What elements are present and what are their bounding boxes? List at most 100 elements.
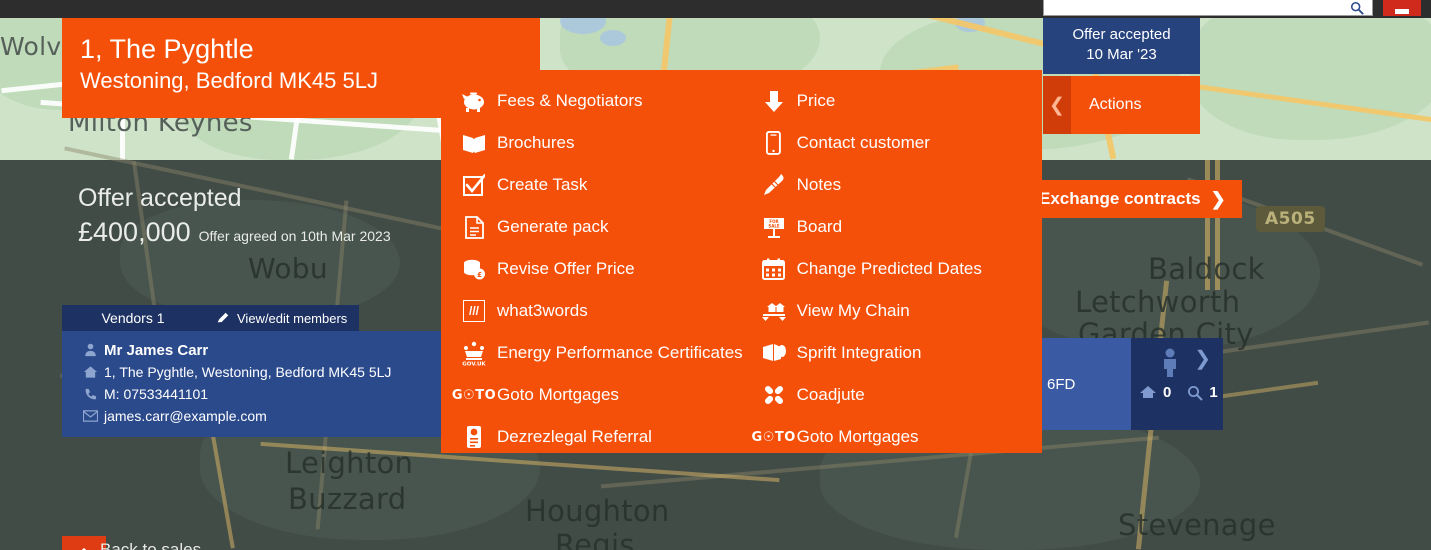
phone-icon bbox=[76, 388, 104, 401]
chain-search-count: 1 bbox=[1209, 384, 1218, 401]
actions-button-label: Actions bbox=[1071, 76, 1200, 134]
actions-menu-item-label: Price bbox=[796, 91, 836, 110]
calendar-icon bbox=[751, 258, 797, 280]
vendor-name: Mr James Carr bbox=[104, 341, 209, 359]
chain-detail: ❯ 0 1 bbox=[1131, 338, 1223, 430]
vendors-panel: Vendors 1 View/edit members Mr James Car… bbox=[62, 305, 500, 437]
goto-text-icon: G☉TO bbox=[451, 388, 497, 403]
goto-text-icon: G☉TO bbox=[751, 429, 796, 445]
actions-menu-item-label: View My Chain bbox=[796, 301, 910, 320]
actions-menu-item-goto-mortgages[interactable]: G☉TO Goto Mortgages bbox=[751, 416, 1042, 458]
actions-menu-item-coadjute[interactable]: Coadjute bbox=[751, 374, 1042, 416]
what3words-icon: /// bbox=[451, 300, 497, 322]
actions-menu-item-label: Coadjute bbox=[796, 385, 865, 404]
actions-menu-item-label: Change Predicted Dates bbox=[796, 259, 982, 278]
gov-uk-crown-icon: GOV.UK bbox=[451, 340, 497, 366]
actions-menu-item-board[interactable]: FOR SALE Board bbox=[751, 206, 1042, 248]
envelope-icon bbox=[76, 410, 104, 422]
actions-menu-item-revise-offer-price[interactable]: £ Revise Offer Price bbox=[451, 248, 743, 290]
view-edit-members-button[interactable]: View/edit members bbox=[204, 305, 360, 331]
for-sale-board-icon: FOR SALE bbox=[751, 216, 797, 238]
vendor-address: 1, The Pyghtle, Westoning, Bedford MK45 … bbox=[104, 364, 392, 380]
actions-menu-item-label: Contact customer bbox=[796, 133, 930, 152]
actions-menu-item-goto-mortgages[interactable]: G☉TO Goto Mortgages bbox=[451, 374, 743, 416]
pencil-icon bbox=[217, 312, 229, 323]
actions-menu-item-label: Board bbox=[796, 217, 843, 236]
top-red-action-button[interactable] bbox=[1383, 0, 1421, 16]
piggy-bank-icon bbox=[451, 90, 497, 112]
actions-menu-item-label: Brochures bbox=[497, 133, 575, 152]
view-edit-members-label: View/edit members bbox=[237, 310, 348, 326]
actions-menu-item-label: Goto Mortgages bbox=[497, 385, 619, 404]
vendor-phone-row: M: 07533441101 bbox=[62, 383, 500, 405]
actions-menu-item-sprift-integration[interactable]: Sprift Integration bbox=[751, 332, 1042, 374]
actions-menu-item-generate-pack[interactable]: Generate pack bbox=[451, 206, 743, 248]
vendors-tab-row: Vendors 1 View/edit members bbox=[62, 305, 500, 331]
status-summary: Offer accepted £400,000 Offer agreed on … bbox=[78, 182, 391, 248]
search-icon bbox=[1350, 1, 1364, 15]
map-place-label: Letchworth bbox=[1075, 285, 1241, 319]
actions-menu-item-create-task[interactable]: Create Task bbox=[451, 164, 743, 206]
actions-menu-item-notes[interactable]: Notes bbox=[751, 164, 1042, 206]
checkbox-checked-icon bbox=[451, 174, 497, 196]
actions-menu-item-energy-performance-certificates[interactable]: GOV.UK Energy Performance Certificates bbox=[451, 332, 743, 374]
vendor-email: james.carr@example.com bbox=[104, 408, 267, 424]
actions-menu-item-label: Notes bbox=[796, 175, 842, 194]
vendor-details: Mr James Carr 1, The Pyghtle, Westoning,… bbox=[62, 331, 500, 437]
vendor-email-row: james.carr@example.com bbox=[62, 405, 500, 427]
actions-menu-item-view-my-chain[interactable]: View My Chain bbox=[751, 290, 1042, 332]
pen-notes-icon bbox=[751, 174, 797, 196]
person-icon bbox=[1159, 348, 1181, 378]
open-book-icon bbox=[451, 132, 497, 154]
actions-menu-item-price[interactable]: Price bbox=[751, 80, 1042, 122]
actions-menu-item-label: Dezrezlegal Referral bbox=[497, 427, 652, 446]
goto-text-icon: G☉TO bbox=[751, 430, 797, 445]
map-place-label: Baldock bbox=[1148, 252, 1265, 286]
map-place-label: Leighton bbox=[285, 446, 414, 480]
goto-text-icon: G☉TO bbox=[451, 387, 497, 403]
road-shield-a505: A505 bbox=[1256, 206, 1325, 232]
actions-menu-item-label: Fees & Negotiators bbox=[497, 91, 643, 110]
back-to-sales-label: Back to sales bbox=[100, 540, 202, 550]
vendor-phone: M: 07533441101 bbox=[104, 386, 209, 402]
actions-menu-item-dezrezlegal-referral[interactable]: Dezrezlegal Referral bbox=[451, 416, 743, 458]
vendors-tab[interactable]: Vendors 1 bbox=[62, 305, 204, 331]
what3words-icon: /// bbox=[463, 300, 485, 322]
actions-menu-item-contact-customer[interactable]: Contact customer bbox=[751, 122, 1042, 164]
property-title: 1, The Pyghtle bbox=[80, 34, 254, 64]
actions-menu-item-brochures[interactable]: Brochures bbox=[451, 122, 743, 164]
chain-scales-icon bbox=[751, 300, 797, 322]
chain-stats: 0 1 bbox=[1139, 384, 1218, 401]
map-place-label: Regis bbox=[555, 528, 635, 550]
chain-widget: 6FD ❯ 0 1 bbox=[1035, 338, 1223, 430]
actions-menu-item-label: Sprift Integration bbox=[796, 343, 922, 362]
chain-house-stat: 0 bbox=[1139, 384, 1171, 401]
status-subtext: Offer agreed on 10th Mar 2023 bbox=[198, 228, 391, 244]
chevron-left-icon: ❮ bbox=[1043, 76, 1071, 134]
actions-menu-item-label: Energy Performance Certificates bbox=[497, 343, 743, 362]
vendor-name-row: Mr James Carr bbox=[62, 339, 500, 361]
home-icon bbox=[76, 365, 104, 379]
actions-menu-item-change-predicted-dates[interactable]: Change Predicted Dates bbox=[751, 248, 1042, 290]
svg-text:SALE: SALE bbox=[768, 224, 780, 229]
chain-next-button[interactable]: ❯ bbox=[1194, 346, 1211, 371]
exchange-contracts-label: Exchange contracts bbox=[1039, 189, 1201, 208]
actions-menu-item-label: Generate pack bbox=[497, 217, 609, 236]
global-search-input[interactable] bbox=[1043, 0, 1373, 16]
chevron-right-icon: ❯ bbox=[1210, 189, 1226, 209]
coadjute-icon bbox=[751, 383, 797, 407]
price-down-arrow-icon bbox=[751, 90, 797, 113]
home-icon bbox=[1140, 386, 1156, 398]
status-price: £400,000 bbox=[78, 217, 191, 247]
mobile-phone-icon bbox=[751, 131, 797, 155]
actions-menu-item-what3words[interactable]: /// what3words bbox=[451, 290, 743, 332]
chain-house-count: 0 bbox=[1163, 384, 1172, 401]
person-icon bbox=[76, 343, 104, 357]
actions-menu-item-fees-negotiators[interactable]: Fees & Negotiators bbox=[451, 80, 743, 122]
actions-button[interactable]: ❮ Actions bbox=[1043, 76, 1200, 134]
actions-menu-left-column: Fees & Negotiators Brochures Create Task Ge… bbox=[441, 70, 743, 453]
map-green-area bbox=[1190, 0, 1431, 140]
chain-postcode: 6FD bbox=[1035, 338, 1131, 430]
map-water bbox=[600, 30, 626, 46]
exchange-contracts-button[interactable]: Exchange contracts ❯ bbox=[1021, 180, 1242, 218]
